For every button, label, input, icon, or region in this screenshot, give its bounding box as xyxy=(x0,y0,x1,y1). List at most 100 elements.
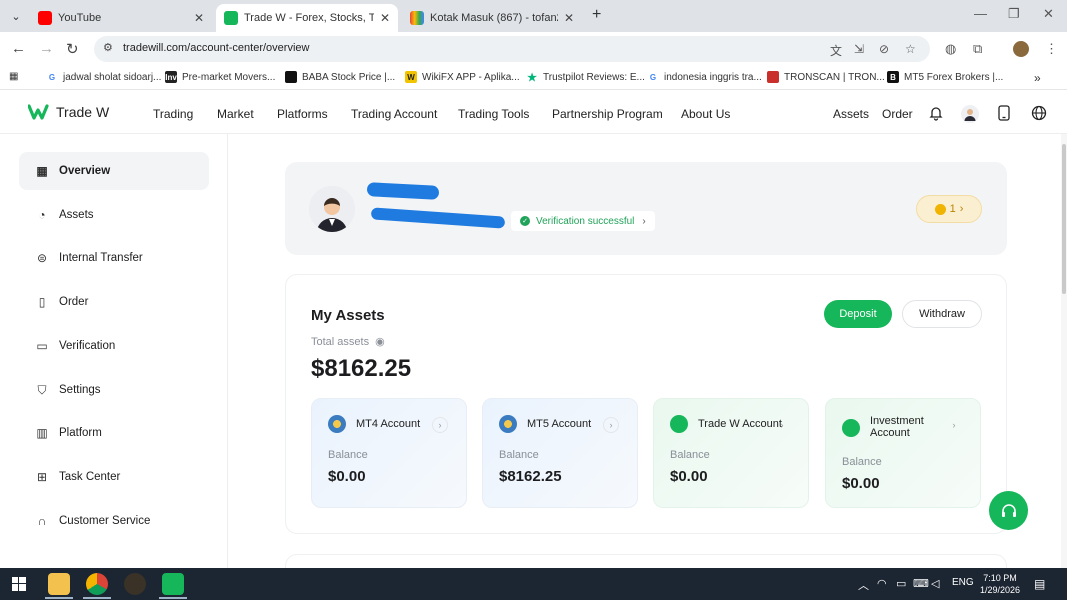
globe-icon[interactable] xyxy=(1031,105,1047,125)
chevron-right-icon: › xyxy=(432,417,448,433)
bookmark-item[interactable]: TRONSCAN | TRON... xyxy=(767,71,885,83)
sidebar-item-task-center[interactable]: ⊞ Task Center xyxy=(19,458,209,496)
active-app-indicator xyxy=(159,597,187,599)
tradew-app-icon[interactable] xyxy=(162,573,184,595)
translate-icon[interactable]: 文 xyxy=(830,42,842,59)
menu-dots-icon[interactable]: ⋮ xyxy=(1045,41,1058,57)
next-section-card xyxy=(285,554,1007,568)
investment-account-card[interactable]: Investment Account › Balance $0.00 xyxy=(825,398,981,508)
verification-status-badge[interactable]: ✓ Verification successful › xyxy=(511,211,655,231)
nav-partnership-program[interactable]: Partnership Program xyxy=(552,107,663,121)
new-tab-button[interactable]: + xyxy=(592,6,601,24)
user-avatar-icon[interactable] xyxy=(961,105,979,127)
sidebar-item-customer-service[interactable]: ∩ Customer Service xyxy=(19,502,209,540)
bookmark-item[interactable]: Gjadwal sholat sidoarj... xyxy=(46,71,161,83)
extension-icon[interactable]: ◍ xyxy=(945,41,956,57)
sidebar-item-internal-transfer[interactable]: ⊜ Internal Transfer xyxy=(19,239,209,277)
b-icon: B xyxy=(887,71,899,83)
withdraw-button[interactable]: Withdraw xyxy=(902,300,982,328)
keyboard-icon[interactable]: ⌨ xyxy=(913,577,929,590)
sidebar-item-verification[interactable]: ▭ Verification xyxy=(19,327,209,365)
mt4-account-card[interactable]: MT4 Account › Balance $0.00 xyxy=(311,398,467,508)
check-circle-icon: ✓ xyxy=(520,216,530,226)
file-explorer-icon[interactable] xyxy=(48,573,70,595)
nav-trading-account[interactable]: Trading Account xyxy=(351,107,437,121)
bookmark-star-icon[interactable]: ☆ xyxy=(905,42,916,56)
sidebar-item-platform[interactable]: ▥ Platform xyxy=(19,414,209,452)
battery-icon[interactable]: ▭ xyxy=(896,577,906,590)
tab-search-button[interactable]: ⌄ xyxy=(6,6,26,26)
eye-icon[interactable]: ◉ xyxy=(375,336,385,348)
bookmark-item[interactable]: Gindonesia inggris tra... xyxy=(647,71,762,83)
nav-market[interactable]: Market xyxy=(217,107,254,121)
apps-grid-icon[interactable]: ▦ xyxy=(9,71,18,82)
nav-trading-tools[interactable]: Trading Tools xyxy=(458,107,529,121)
install-app-icon[interactable]: ⇲ xyxy=(854,42,864,56)
header-order-link[interactable]: Order xyxy=(882,107,913,121)
tradew-account-card[interactable]: Trade W Account › Balance $0.00 xyxy=(653,398,809,508)
bookmark-item[interactable]: Inv Pre-market Movers... xyxy=(165,71,275,83)
active-app-indicator xyxy=(45,597,73,599)
tradew-icon xyxy=(224,11,238,25)
grid-icon: ▦ xyxy=(36,164,48,178)
chrome-icon[interactable] xyxy=(86,573,108,595)
mt5-account-card[interactable]: MT5 Account › Balance $8162.25 xyxy=(482,398,638,508)
close-tab-icon[interactable]: ✕ xyxy=(380,11,390,25)
wifi-icon[interactable]: ◠ xyxy=(877,577,887,590)
site-logo[interactable]: Trade W xyxy=(28,104,109,120)
close-tab-icon[interactable]: ✕ xyxy=(194,11,204,25)
close-tab-icon[interactable]: ✕ xyxy=(564,11,574,25)
bookmark-item[interactable]: ★ Trustpilot Reviews: E... xyxy=(526,71,645,84)
header-assets-link[interactable]: Assets xyxy=(833,107,869,121)
profile-avatar xyxy=(309,186,355,232)
nav-platforms[interactable]: Platforms xyxy=(277,107,328,121)
eye-off-icon[interactable]: ⊘ xyxy=(879,42,889,56)
bookmark-item[interactable]: B MT5 Forex Brokers |... xyxy=(887,71,1003,83)
reload-icon[interactable]: ↻ xyxy=(66,40,79,58)
tray-expand-icon[interactable]: ︿ xyxy=(858,577,869,593)
back-icon[interactable]: ← xyxy=(11,40,26,57)
restore-icon[interactable]: ❐ xyxy=(1008,6,1020,22)
more-bookmarks-icon[interactable]: » xyxy=(1034,71,1041,85)
support-headset-button[interactable] xyxy=(989,491,1028,530)
address-bar[interactable]: ⚙ tradewill.com/account-center/overview … xyxy=(94,36,930,62)
deposit-button[interactable]: Deposit xyxy=(824,300,892,328)
app-icon[interactable] xyxy=(124,573,146,595)
bookmark-item[interactable]: W WikiFX APP - Aplika... xyxy=(405,71,520,83)
bell-icon[interactable] xyxy=(928,105,944,125)
sidebar-item-overview[interactable]: ▦ Overview xyxy=(19,152,209,190)
page-scrollbar[interactable] xyxy=(1061,134,1067,568)
nav-trading[interactable]: Trading xyxy=(153,107,193,121)
forward-icon[interactable]: → xyxy=(39,40,54,57)
browser-tabbar: ⌄ YouTube ✕ Trade W - Forex, Stocks, Tra… xyxy=(0,0,1067,32)
scrollbar-thumb[interactable] xyxy=(1062,144,1066,294)
tab-gmail[interactable]: Kotak Masuk (867) - tofan2525 ✕ xyxy=(402,4,582,32)
total-assets-value: $8162.25 xyxy=(311,355,412,382)
site-info-icon[interactable]: ⚙ xyxy=(103,41,113,54)
sidebar-item-order[interactable]: ▯ Order xyxy=(19,283,209,321)
tab-youtube[interactable]: YouTube ✕ xyxy=(30,4,212,32)
taskbar-clock[interactable]: 7:10 PM 1/29/2026 xyxy=(980,572,1020,596)
profile-avatar-icon[interactable] xyxy=(1013,41,1029,57)
minimize-icon[interactable]: — xyxy=(974,6,987,21)
inv-icon: Inv xyxy=(165,71,177,83)
mobile-icon[interactable] xyxy=(997,105,1011,125)
volume-icon[interactable]: ◁ xyxy=(931,577,939,590)
sidebar-item-assets[interactable]: ◔ Assets xyxy=(19,196,209,234)
chevron-right-icon: › xyxy=(959,203,964,215)
redacted-username xyxy=(366,182,440,200)
close-window-icon[interactable]: ✕ xyxy=(1043,6,1054,22)
chart-icon: ▥ xyxy=(36,426,48,440)
sidebar-item-settings[interactable]: ⛉ Settings xyxy=(19,371,209,409)
bookmarks-bar: ▦ Gjadwal sholat sidoarj... Inv Pre-marke… xyxy=(0,66,1067,90)
bookmark-item[interactable]: BABA Stock Price |... xyxy=(285,71,395,83)
extensions-puzzle-icon[interactable]: ⧉ xyxy=(973,41,982,57)
assets-icon: ◔ xyxy=(38,208,46,222)
language-indicator[interactable]: ENG xyxy=(952,577,974,588)
windows-start-icon[interactable] xyxy=(12,577,26,594)
notification-center-icon[interactable]: ▤ xyxy=(1034,577,1045,591)
nav-about-us[interactable]: About Us xyxy=(681,107,730,121)
site-header: Trade W Trading Market Platforms Trading… xyxy=(0,94,1067,134)
tab-tradew[interactable]: Trade W - Forex, Stocks, Trading ✕ xyxy=(216,4,398,32)
points-pill[interactable]: 1 › xyxy=(916,195,982,223)
